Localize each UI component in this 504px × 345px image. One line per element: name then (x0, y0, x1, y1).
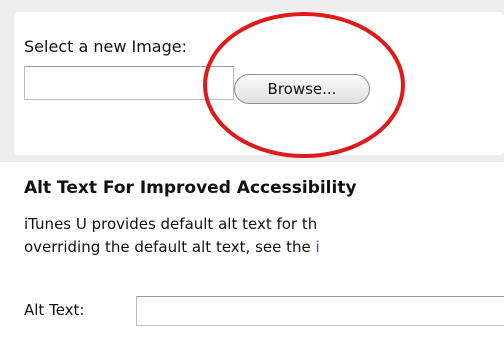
alt-text-description-prefix: overriding the default alt text, see the (24, 238, 316, 256)
browse-button[interactable]: Browse... (234, 74, 370, 104)
alt-text-input[interactable] (136, 296, 504, 326)
alt-text-section-title: Alt Text For Improved Accessibility (24, 178, 357, 198)
file-path-field[interactable] (24, 66, 234, 100)
select-image-label: Select a new Image: (24, 37, 187, 56)
alt-text-description-line-2: overriding the default alt text, see the… (24, 238, 320, 256)
alt-text-field-label: Alt Text: (24, 301, 85, 319)
alt-text-description-line-1: iTunes U provides default alt text for t… (24, 215, 318, 233)
info-link[interactable]: i (316, 238, 320, 256)
